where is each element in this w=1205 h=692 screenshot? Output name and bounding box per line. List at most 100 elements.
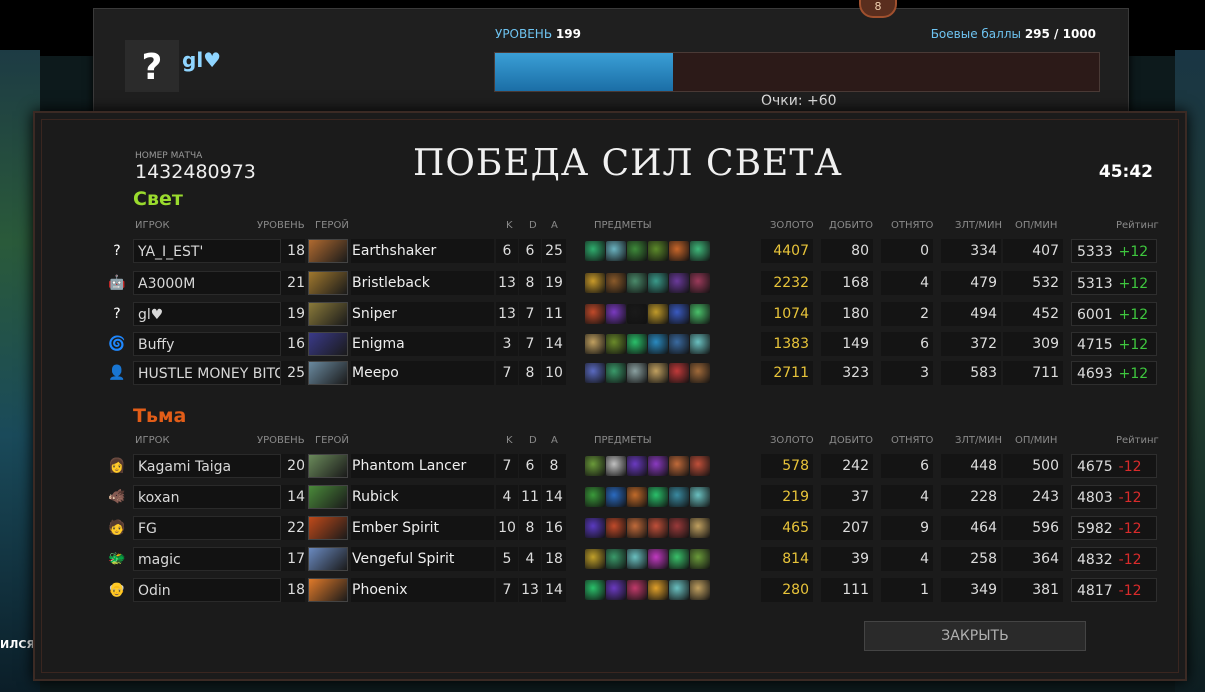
player-avatar[interactable]: 🐗 (107, 487, 127, 507)
item-icon[interactable] (690, 456, 710, 476)
item-icon[interactable] (606, 334, 626, 354)
avatar[interactable]: ? (125, 40, 179, 92)
player-name[interactable]: Buffy (133, 332, 281, 356)
item-icon[interactable] (648, 273, 668, 293)
item-icon[interactable] (648, 363, 668, 383)
item-icon[interactable] (585, 334, 605, 354)
item-icon[interactable] (669, 487, 689, 507)
item-icon[interactable] (669, 580, 689, 600)
item-icon[interactable] (585, 518, 605, 538)
item-icon[interactable] (648, 487, 668, 507)
player-row[interactable]: 👩 Kagami Taiga 20 Phantom Lancer 7 6 8 578 242 6 4… (108, 454, 1157, 478)
player-avatar[interactable]: 🌀 (107, 334, 127, 354)
item-icon[interactable] (690, 273, 710, 293)
item-icon[interactable] (606, 487, 626, 507)
item-icon[interactable] (648, 580, 668, 600)
player-name[interactable]: Kagami Taiga (133, 454, 281, 478)
item-icon[interactable] (648, 549, 668, 569)
hero-portrait[interactable] (308, 239, 348, 263)
player-name[interactable]: Odin (133, 578, 281, 602)
item-icon[interactable] (585, 549, 605, 569)
hero-portrait[interactable] (308, 485, 348, 509)
item-icon[interactable] (669, 549, 689, 569)
player-row[interactable]: 🧑 FG 22 Ember Spirit 10 8 16 465 207 9 464 596 5982-… (108, 516, 1157, 540)
close-button[interactable]: ЗАКРЫТЬ (864, 621, 1086, 651)
item-icon[interactable] (669, 304, 689, 324)
item-icon[interactable] (690, 363, 710, 383)
item-icon[interactable] (690, 549, 710, 569)
item-icon[interactable] (585, 241, 605, 261)
player-row[interactable]: ? gl♥ 19 Sniper 13 7 11 1074 180 2 494 452 6001 +12 (113, 302, 1157, 326)
item-icon[interactable] (627, 456, 647, 476)
item-icon[interactable] (690, 518, 710, 538)
player-avatar[interactable]: ? (107, 304, 127, 324)
item-icon[interactable] (627, 241, 647, 261)
player-avatar[interactable]: 🧑 (107, 518, 127, 538)
item-icon[interactable] (627, 487, 647, 507)
item-icon[interactable] (585, 363, 605, 383)
hero-portrait[interactable] (308, 361, 348, 385)
item-icon[interactable] (690, 487, 710, 507)
item-icon[interactable] (606, 549, 626, 569)
player-avatar[interactable]: 👴 (107, 580, 127, 600)
item-icon[interactable] (627, 518, 647, 538)
item-icon[interactable] (669, 456, 689, 476)
item-icon[interactable] (606, 273, 626, 293)
item-icon[interactable] (690, 580, 710, 600)
player-avatar[interactable]: 🤖 (107, 273, 127, 293)
item-icon[interactable] (669, 273, 689, 293)
item-icon[interactable] (648, 304, 668, 324)
player-avatar[interactable]: 🐲 (107, 549, 127, 569)
item-icon[interactable] (669, 518, 689, 538)
item-icon[interactable] (606, 518, 626, 538)
hero-portrait[interactable] (308, 516, 348, 540)
player-row[interactable]: 👤 HUSTLE MONEY BITCH 25 Meepo 7 8 10 2711 323 3 58… (108, 361, 1157, 385)
player-name[interactable]: A3000M (133, 271, 281, 295)
player-row[interactable]: 🐗 koxan 14 Rubick 4 11 14 219 37 4 228 243 4803 -12 (108, 485, 1157, 509)
item-icon[interactable] (627, 549, 647, 569)
item-icon[interactable] (606, 580, 626, 600)
player-row[interactable]: 👴 Odin 18 Phoenix 7 13 14 280 111 1 349 381 4817 -12 (108, 578, 1157, 602)
player-avatar[interactable]: 👩 (107, 456, 127, 476)
item-icon[interactable] (648, 456, 668, 476)
player-name[interactable]: magic (133, 547, 281, 571)
player-name[interactable]: HUSTLE MONEY BITCH (133, 361, 281, 385)
item-icon[interactable] (648, 241, 668, 261)
item-icon[interactable] (690, 334, 710, 354)
player-name[interactable]: FG (133, 516, 281, 540)
item-icon[interactable] (627, 304, 647, 324)
item-icon[interactable] (690, 241, 710, 261)
hero-portrait[interactable] (308, 454, 348, 478)
hero-portrait[interactable] (308, 547, 348, 571)
item-icon[interactable] (627, 334, 647, 354)
item-icon[interactable] (627, 580, 647, 600)
item-icon[interactable] (606, 304, 626, 324)
hero-portrait[interactable] (308, 578, 348, 602)
item-icon[interactable] (606, 241, 626, 261)
player-row[interactable]: 🐲 magic 17 Vengeful Spirit 5 4 18 814 39 4 258 364 4… (108, 547, 1157, 571)
player-avatar[interactable]: 👤 (107, 363, 127, 383)
hero-portrait[interactable] (308, 302, 348, 326)
hero-portrait[interactable] (308, 332, 348, 356)
item-icon[interactable] (669, 334, 689, 354)
player-row[interactable]: ? YA_I_EST' 18 Earthshaker 6 6 25 4407 80 0 334 407… (113, 239, 1157, 263)
item-icon[interactable] (648, 334, 668, 354)
player-avatar[interactable]: ? (107, 241, 127, 261)
item-icon[interactable] (627, 273, 647, 293)
player-row[interactable]: 🌀 Buffy 16 Enigma 3 7 14 1383 149 6 372 309 4715 +12 (108, 332, 1157, 356)
item-icon[interactable] (585, 456, 605, 476)
item-icon[interactable] (669, 241, 689, 261)
item-icon[interactable] (585, 580, 605, 600)
player-name[interactable]: gl♥ (133, 302, 281, 326)
item-icon[interactable] (606, 456, 626, 476)
player-name[interactable]: YA_I_EST' (133, 239, 281, 263)
item-icon[interactable] (627, 363, 647, 383)
item-icon[interactable] (606, 363, 626, 383)
item-icon[interactable] (585, 273, 605, 293)
item-icon[interactable] (669, 363, 689, 383)
hero-portrait[interactable] (308, 271, 348, 295)
item-icon[interactable] (648, 518, 668, 538)
item-icon[interactable] (690, 304, 710, 324)
player-name[interactable]: koxan (133, 485, 281, 509)
item-icon[interactable] (585, 304, 605, 324)
